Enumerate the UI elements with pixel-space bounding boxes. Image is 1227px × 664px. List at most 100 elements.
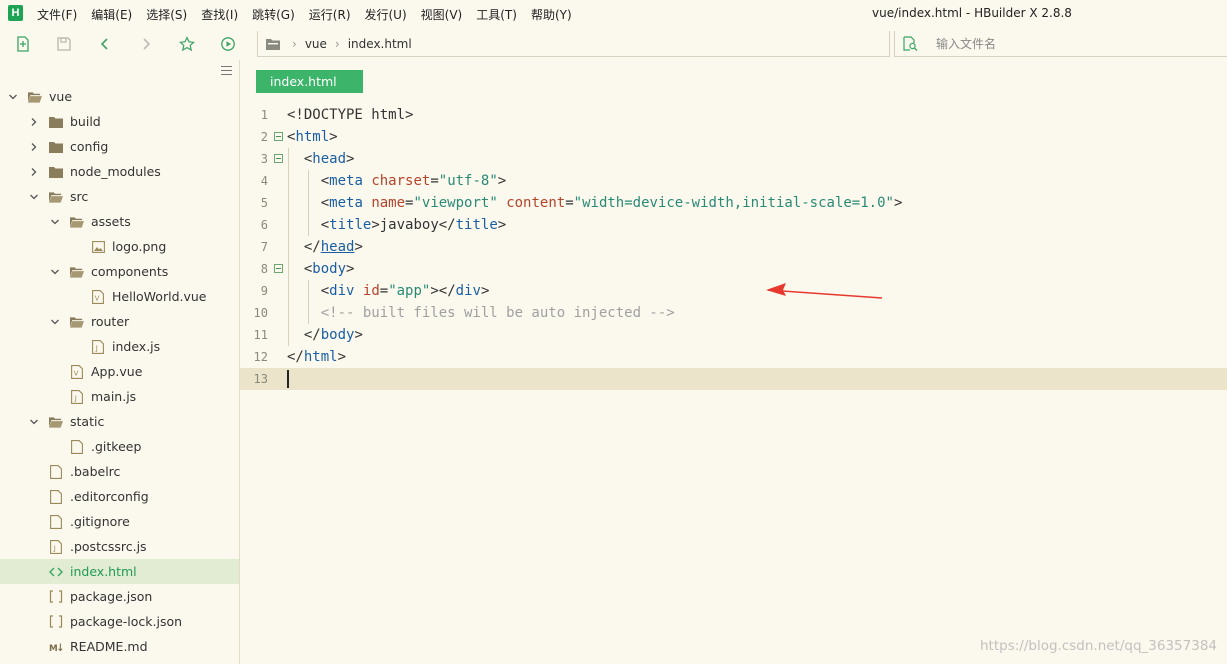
folder-open-icon: [70, 215, 84, 229]
tree-item[interactable]: V HelloWorld.vue: [0, 284, 239, 309]
fold-toggle-icon[interactable]: [274, 132, 283, 141]
code-token: title: [455, 217, 498, 233]
chevron-down-icon[interactable]: [50, 267, 60, 277]
code-line[interactable]: 2 <html>: [240, 126, 1227, 148]
tree-item[interactable]: components: [0, 259, 239, 284]
back-arrow-icon[interactable]: [96, 35, 114, 53]
menu-item[interactable]: 编辑(E): [91, 6, 132, 23]
tree-item[interactable]: Jindex.js: [0, 334, 239, 359]
code-token: >: [329, 129, 338, 145]
tree-item[interactable]: M README.md: [0, 634, 239, 659]
code-line[interactable]: 5 <meta name="viewport" content="width=d…: [240, 192, 1227, 214]
tree-item[interactable]: Jmain.js: [0, 384, 239, 409]
code-token: head: [320, 239, 355, 255]
breadcrumb-item-file[interactable]: index.html: [348, 37, 412, 51]
menu-item[interactable]: 选择(S): [146, 6, 187, 23]
menu-item[interactable]: 帮助(Y): [531, 6, 572, 23]
chevron-right-icon[interactable]: [29, 167, 39, 177]
menu-item[interactable]: 发行(U): [365, 6, 407, 23]
tree-item[interactable]: index.html: [0, 559, 239, 584]
code-token: div: [455, 283, 481, 299]
run-icon[interactable]: [219, 35, 237, 53]
chevron-down-icon[interactable]: [29, 192, 39, 202]
code-line[interactable]: 10 <!-- built files will be auto injecte…: [240, 302, 1227, 324]
tree-item[interactable]: router: [0, 309, 239, 334]
chevron-right-icon[interactable]: [29, 117, 39, 127]
tree-item-label: package-lock.json: [70, 614, 183, 629]
tree-item[interactable]: vue: [0, 84, 239, 109]
file-icon: [49, 514, 63, 529]
tree-item-label: .postcssrc.js: [70, 539, 147, 554]
code-line[interactable]: 9 <div id="app"></div>: [240, 280, 1227, 302]
code-line[interactable]: 4 <meta charset="utf-8">: [240, 170, 1227, 192]
folder-open-icon: [49, 415, 63, 429]
tree-item[interactable]: node_modules: [0, 159, 239, 184]
file-icon: [70, 439, 84, 454]
tree-item[interactable]: build: [0, 109, 239, 134]
chevron-down-icon[interactable]: [8, 92, 18, 102]
menu-item[interactable]: 运行(R): [309, 6, 351, 23]
tree-item[interactable]: static: [0, 409, 239, 434]
tree-item[interactable]: package-lock.json: [0, 609, 239, 634]
breadcrumb-item-vue[interactable]: vue: [305, 37, 327, 51]
tree-item[interactable]: config: [0, 134, 239, 159]
tree-item-label: HelloWorld.vue: [112, 289, 207, 304]
tree-item[interactable]: .babelrc: [0, 459, 239, 484]
tree-item-label: package.json: [70, 589, 153, 604]
code-line[interactable]: 8 <body>: [240, 258, 1227, 280]
menu-item[interactable]: 视图(V): [421, 6, 463, 23]
code-token: head: [312, 151, 347, 167]
menu-item[interactable]: 查找(I): [201, 6, 238, 23]
svg-text:V: V: [74, 369, 79, 377]
forward-arrow-icon[interactable]: [137, 35, 155, 53]
code-line[interactable]: 7 </head>: [240, 236, 1227, 258]
code-line[interactable]: 12 </html>: [240, 346, 1227, 368]
tree-item-label: static: [70, 414, 105, 429]
code-token: >: [497, 173, 507, 189]
tree-item[interactable]: .gitignore: [0, 509, 239, 534]
menu-item[interactable]: 文件(F): [37, 6, 77, 23]
fold-toggle-icon[interactable]: [274, 264, 283, 273]
code-line[interactable]: 1 <!DOCTYPE html>: [240, 104, 1227, 126]
code-line[interactable]: 11 </body>: [240, 324, 1227, 346]
code-token: title: [329, 217, 372, 233]
text-cursor: [287, 370, 289, 388]
tab-index-html[interactable]: index.html: [256, 70, 363, 93]
code-line[interactable]: 3 <head>: [240, 148, 1227, 170]
tree-item[interactable]: package.json: [0, 584, 239, 609]
tree-item-label: router: [91, 314, 130, 329]
search-input[interactable]: [936, 36, 1216, 51]
code-token: meta: [329, 173, 363, 189]
tree-item[interactable]: assets: [0, 209, 239, 234]
tree-item-label: README.md: [70, 639, 148, 654]
chevron-down-icon[interactable]: [50, 317, 60, 327]
tree-item-label: build: [70, 114, 101, 129]
tree-item[interactable]: src: [0, 184, 239, 209]
code-editor[interactable]: index.html 1 <!DOCTYPE html> 2 <html> 3 <hea…: [240, 60, 1227, 664]
menu-item[interactable]: 工具(T): [476, 6, 517, 23]
hbuilder-logo-icon: H: [8, 5, 23, 21]
code-token: body: [312, 261, 347, 277]
code-line[interactable]: 13: [240, 368, 1227, 390]
hamburger-menu-icon[interactable]: [221, 66, 232, 75]
chevron-down-icon[interactable]: [50, 217, 60, 227]
tree-item[interactable]: .editorconfig: [0, 484, 239, 509]
tree-item[interactable]: J .postcssrc.js: [0, 534, 239, 559]
chevron-right-icon[interactable]: [29, 142, 39, 152]
code-text: <meta name="viewport" content="width=dev…: [287, 195, 903, 211]
save-icon[interactable]: [55, 35, 73, 53]
new-file-icon[interactable]: [14, 35, 32, 53]
tree-item[interactable]: .gitkeep: [0, 434, 239, 459]
code-line[interactable]: 6 <title>javaboy</title>: [240, 214, 1227, 236]
indent-guide: [308, 170, 309, 236]
star-icon[interactable]: [178, 35, 196, 53]
tree-item[interactable]: V App.vue: [0, 359, 239, 384]
menu-item[interactable]: 跳转(G): [252, 6, 295, 23]
chevron-down-icon[interactable]: [29, 417, 39, 427]
fold-toggle-icon[interactable]: [274, 154, 283, 163]
code-text: <title>javaboy</title>: [287, 217, 507, 233]
tree-item[interactable]: logo.png: [0, 234, 239, 259]
